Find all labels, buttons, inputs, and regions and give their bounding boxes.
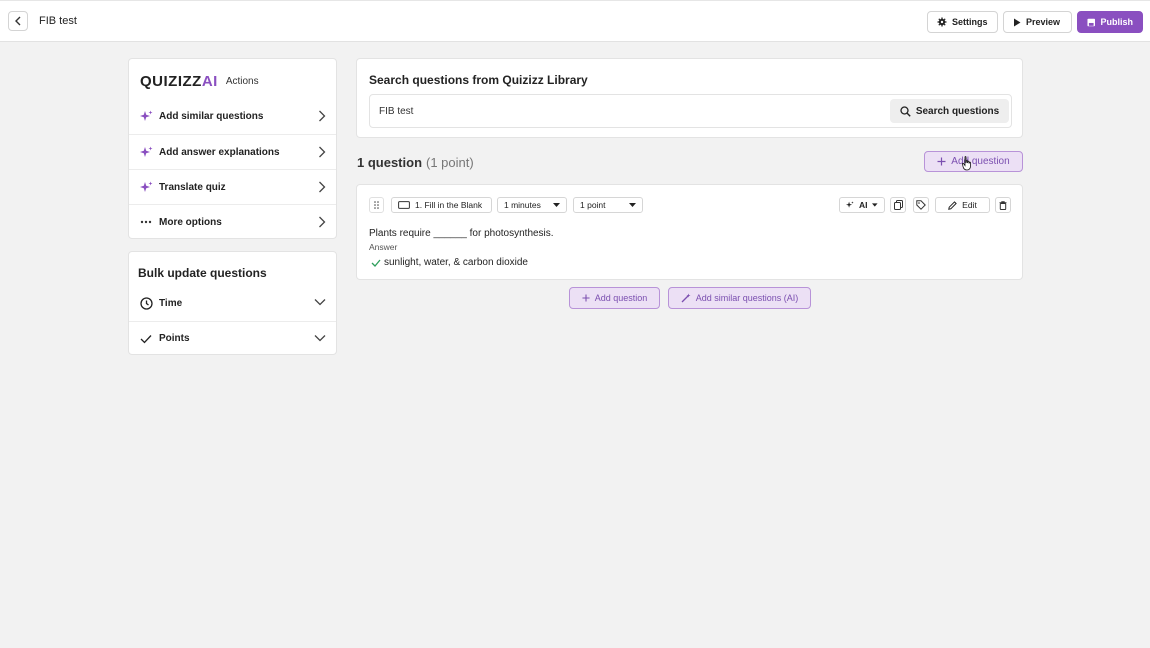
plus-icon [937,157,946,166]
bulk-update-panel: Bulk update questions Time Points [128,251,337,355]
gear-icon [937,17,947,27]
chevron-right-icon [319,146,326,158]
delete-button[interactable] [995,197,1011,213]
search-value: FIB test [379,106,414,117]
answer-row: sunlight, water, & carbon dioxide [371,257,528,268]
tag-button[interactable] [913,197,929,213]
library-search-panel: Search questions from Quizizz Library FI… [356,58,1023,138]
total-points: (1 point) [426,155,474,170]
play-icon [1014,18,1021,26]
points-select-value: 1 point [580,200,606,210]
chevron-left-icon [15,16,21,26]
hand-cursor-icon [962,156,971,171]
preview-button[interactable]: Preview [1003,11,1072,33]
settings-label: Settings [952,17,988,27]
check-icon [140,334,153,344]
tag-icon [916,200,926,210]
question-text: Plants require ______ for photosynthesis… [369,228,554,239]
sparkle-icon [140,146,153,159]
top-bar: FIB test Settings Preview Publish [0,0,1150,42]
question-type-label: 1. Fill in the Blank [415,200,483,210]
time-select-value: 1 minutes [504,200,541,210]
add-similar-questions-label: Add similar questions (AI) [695,293,799,303]
question-count: 1 question (1 point) [357,155,474,170]
duplicate-button[interactable] [890,197,906,213]
bulk-update-title: Bulk update questions [138,266,267,280]
answer-text: sunlight, water, & carbon dioxide [384,257,528,268]
brand-row: QUIZIZZAI Actions [140,71,259,91]
ai-menu-button[interactable]: AI [839,197,885,213]
caret-down-icon [872,203,878,207]
bulk-points-row[interactable]: Points [129,321,336,355]
action-label: Add similar questions [159,111,264,122]
magic-wand-icon [681,293,691,303]
bulk-time-row[interactable]: Time [129,286,336,320]
action-label: More options [159,216,222,228]
quizizz-ai-logo: QUIZIZZAI [140,72,218,90]
sparkle-icon [846,201,854,208]
plus-icon [582,294,590,302]
search-button-label: Search questions [915,105,1000,117]
ai-label: AI [858,200,868,210]
bulk-points-label: Points [159,333,190,344]
add-question-label: Add question [951,156,1010,167]
time-select[interactable]: 1 minutes [497,197,567,213]
search-icon [900,105,911,117]
action-more-options[interactable]: More options [129,204,336,239]
chevron-right-icon [319,181,326,193]
action-add-similar-questions[interactable]: Add similar questions [129,99,336,134]
search-input[interactable]: FIB test Search questions [369,94,1012,128]
add-question-bottom-label: Add question [594,293,648,303]
bulk-time-label: Time [159,297,183,309]
search-title: Search questions from Quizizz Library [369,73,588,87]
caret-down-icon [553,203,560,207]
add-similar-questions-ai-button[interactable]: Add similar questions (AI) [668,287,811,309]
trash-icon [999,200,1007,210]
chevron-right-icon [319,110,326,122]
dots-icon [140,220,153,224]
chevron-down-icon [314,335,326,342]
points-select[interactable]: 1 point [573,197,643,213]
publish-label: Publish [1100,17,1133,27]
pencil-icon [948,200,957,210]
publish-button[interactable]: Publish [1077,11,1143,33]
clock-icon [140,296,153,310]
sparkle-icon [140,181,153,194]
back-button[interactable] [8,11,28,31]
question-type-chip[interactable]: 1. Fill in the Blank [391,197,492,213]
question-card: 1. Fill in the Blank 1 minutes 1 point A… [356,184,1023,280]
answer-label: Answer [369,242,398,252]
actions-heading: Actions [225,75,259,87]
blank-box-icon [398,201,410,209]
settings-button[interactable]: Settings [927,11,998,33]
copy-icon [893,200,903,210]
chevron-down-icon [314,299,326,306]
quiz-title: FIB test [39,15,77,27]
caret-down-icon [629,203,636,207]
check-icon [371,259,381,267]
chevron-right-icon [319,216,326,228]
sparkle-icon [140,110,153,123]
action-translate-quiz[interactable]: Translate quiz [129,169,336,204]
drag-handle-icon[interactable] [369,197,384,213]
edit-button[interactable]: Edit [935,197,990,213]
save-icon [1087,18,1096,26]
ai-actions-panel: QUIZIZZAI Actions Add similar questions … [128,58,337,239]
edit-label: Edit [962,200,977,210]
search-questions-button[interactable]: Search questions [890,99,1009,123]
action-label: Translate quiz [159,181,226,193]
preview-label: Preview [1026,17,1061,27]
action-label: Add answer explanations [159,146,280,158]
add-question-bottom-button[interactable]: Add question [569,287,660,309]
action-add-answer-explanations[interactable]: Add answer explanations [129,134,336,169]
